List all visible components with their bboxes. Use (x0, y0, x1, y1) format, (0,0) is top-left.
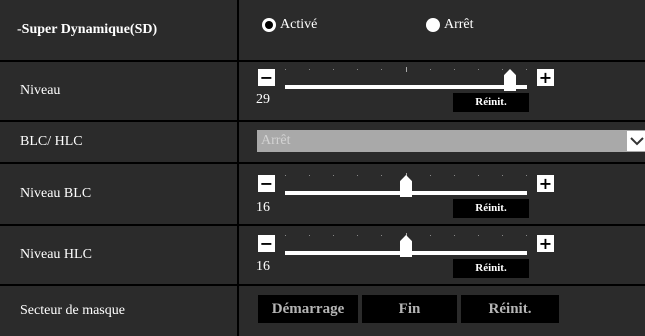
niveau-scale-ticks (285, 67, 527, 72)
niveau-value: 29 (256, 92, 270, 107)
niveau-hlc-slider-thumb[interactable] (400, 235, 412, 257)
scale-tick (357, 175, 358, 176)
scale-tick (478, 69, 479, 70)
niveau-slider-track[interactable] (285, 85, 527, 89)
niveau-hlc-value: 16 (256, 259, 270, 274)
blc-hlc-selected-value: Arrêt (261, 133, 291, 148)
mask-reset-button[interactable]: Réinit. (461, 295, 559, 323)
niveau-reset-button[interactable]: Réinit. (453, 93, 529, 112)
scale-tick (285, 175, 286, 176)
label-blc-hlc: BLC/ HLC (20, 134, 83, 149)
niveau-plus-button[interactable]: + (537, 69, 554, 86)
scale-tick (309, 69, 310, 70)
label-niveau: Niveau (20, 83, 61, 98)
blc-hlc-select[interactable]: Arrêt (257, 130, 645, 152)
scale-tick (285, 235, 286, 236)
radio-off[interactable]: Arrêt (426, 17, 474, 33)
niveau-hlc-minus-button[interactable]: − (258, 235, 275, 252)
scale-tick (357, 235, 358, 236)
blc-hlc-controls: Arrêt (239, 122, 645, 162)
radio-off-label: Arrêt (444, 17, 474, 32)
niveau-hlc-plus-button[interactable]: + (537, 235, 554, 252)
secteur-masque-controls: Démarrage Fin Réinit. (239, 286, 645, 336)
scale-tick (478, 235, 479, 236)
scale-tick (502, 175, 503, 176)
scale-tick (381, 69, 382, 70)
niveau-hlc-reset-button[interactable]: Réinit. (453, 259, 529, 278)
niveau-blc-value: 16 (256, 200, 270, 215)
scale-tick (526, 175, 527, 176)
super-dynamique-controls: Activé Arrêt (239, 0, 645, 60)
scale-tick (454, 69, 455, 70)
scale-tick (526, 69, 527, 70)
niveau-blc-reset-button[interactable]: Réinit. (453, 199, 529, 218)
scale-tick (381, 175, 382, 176)
niveau-slider-thumb[interactable] (504, 69, 516, 91)
radio-active-indicator[interactable] (262, 18, 276, 32)
scale-tick (526, 235, 527, 236)
label-niveau-blc: Niveau BLC (20, 186, 92, 201)
radio-off-indicator[interactable] (426, 18, 440, 32)
label-super-dynamique: -Super Dynamique(SD) (17, 22, 158, 37)
mask-end-button[interactable]: Fin (362, 295, 457, 323)
row-secteur-masque: Secteur de masque Démarrage Fin Réinit. (0, 286, 645, 336)
niveau-blc-minus-button[interactable]: − (258, 175, 275, 192)
label-secteur-masque: Secteur de masque (20, 303, 125, 318)
scale-tick (406, 67, 407, 72)
scale-tick (430, 175, 431, 176)
niveau-blc-slider-thumb[interactable] (400, 175, 412, 197)
niveau-blc-plus-button[interactable]: + (537, 175, 554, 192)
niveau-blc-controls: − + 16 Réinit. (239, 164, 645, 224)
scale-tick (478, 175, 479, 176)
row-niveau-hlc: Niveau HLC − + 16 Réinit. (0, 226, 645, 284)
scale-tick (502, 235, 503, 236)
scale-tick (430, 235, 431, 236)
scale-tick (285, 69, 286, 70)
niveau-controls: − + 29 Réinit. (239, 62, 645, 120)
scale-tick (309, 235, 310, 236)
mask-start-button[interactable]: Démarrage (258, 295, 358, 323)
scale-tick (430, 69, 431, 70)
niveau-minus-button[interactable]: − (258, 69, 275, 86)
niveau-hlc-controls: − + 16 Réinit. (239, 226, 645, 284)
scale-tick (357, 69, 358, 70)
scale-tick (333, 69, 334, 70)
scale-tick (309, 175, 310, 176)
scale-tick (502, 69, 503, 70)
scale-tick (381, 235, 382, 236)
radio-active[interactable]: Activé (262, 17, 317, 33)
row-super-dynamique: -Super Dynamique(SD) Activé Arrêt (0, 0, 645, 60)
scale-tick (333, 235, 334, 236)
chevron-down-icon[interactable] (627, 131, 645, 151)
label-niveau-hlc: Niveau HLC (20, 247, 92, 262)
row-niveau-blc: Niveau BLC − + 16 Réinit. (0, 164, 645, 224)
row-blc-hlc: BLC/ HLC Arrêt (0, 122, 645, 162)
radio-active-label: Activé (280, 17, 318, 32)
scale-tick (454, 235, 455, 236)
scale-tick (454, 175, 455, 176)
scale-tick (333, 175, 334, 176)
row-niveau: Niveau − + 29 Réinit. (0, 62, 645, 120)
